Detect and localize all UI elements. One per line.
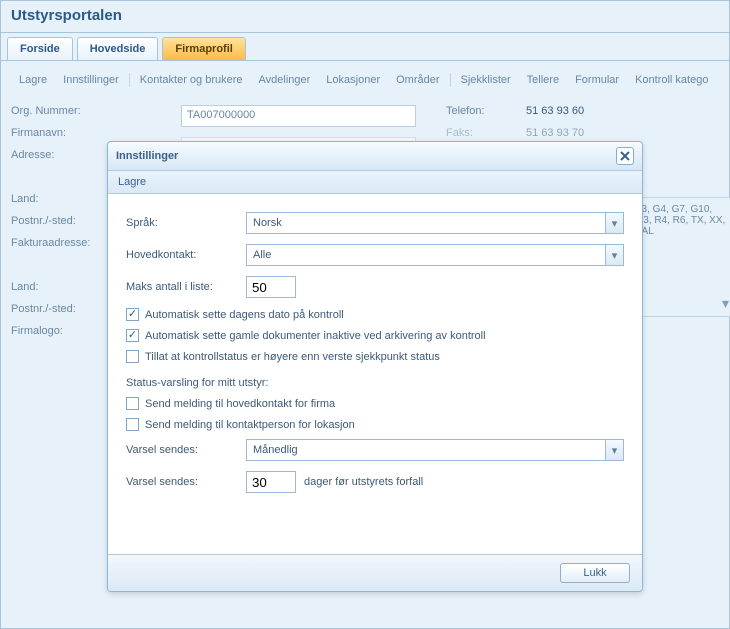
chk-send-hovedkontakt[interactable]: [126, 397, 139, 410]
varsel2-label: Varsel sendes:: [126, 476, 246, 488]
dialog-footer: Lukk: [108, 554, 642, 591]
contact-select[interactable]: Alle ▾: [246, 244, 624, 266]
chk-send-hovedkontakt-label: Send melding til hovedkontakt for firma: [145, 398, 335, 410]
lang-value: Norsk: [253, 217, 282, 229]
chk-allow-higher-status-label: Tillat at kontrollstatus er høyere enn v…: [145, 351, 440, 363]
chk-allow-higher-status[interactable]: [126, 350, 139, 363]
chk-auto-inactive[interactable]: [126, 329, 139, 342]
lang-select[interactable]: Norsk ▾: [246, 212, 624, 234]
varsel2-suffix: dager før utstyrets forfall: [304, 476, 423, 488]
status-section-label: Status-varsling for mitt utstyr:: [126, 377, 624, 389]
contact-label: Hovedkontakt:: [126, 249, 246, 261]
close-icon[interactable]: [616, 147, 634, 165]
max-input[interactable]: [246, 276, 296, 298]
dropdown-arrow-icon: ▾: [605, 440, 623, 460]
varsel-days-input[interactable]: [246, 471, 296, 493]
dropdown-arrow-icon: ▾: [605, 213, 623, 233]
dialog-titlebar[interactable]: Innstillinger: [108, 142, 642, 171]
app-window: Utstyrsportalen Forside Hovedside Firmap…: [0, 0, 730, 629]
chk-auto-date-label: Automatisk sette dagens dato på kontroll: [145, 309, 344, 321]
varsel-frequency-select[interactable]: Månedlig ▾: [246, 439, 624, 461]
dialog-title: Innstillinger: [116, 150, 178, 162]
dropdown-arrow-icon: ▾: [605, 245, 623, 265]
dialog-body: Språk: Norsk ▾ Hovedkontakt: Alle ▾ Maks…: [108, 194, 642, 554]
max-label: Maks antall i liste:: [126, 281, 246, 293]
chk-send-lokasjon-label: Send melding til kontaktperson for lokas…: [145, 419, 355, 431]
varsel1-value: Månedlig: [253, 444, 298, 456]
dialog-toolbar-lagre[interactable]: Lagre: [118, 176, 146, 188]
contact-value: Alle: [253, 249, 271, 261]
close-button[interactable]: Lukk: [560, 563, 630, 583]
chk-auto-inactive-label: Automatisk sette gamle dokumenter inakti…: [145, 330, 486, 342]
lang-label: Språk:: [126, 217, 246, 229]
dialog-toolbar: Lagre: [108, 171, 642, 194]
chk-auto-date[interactable]: [126, 308, 139, 321]
settings-dialog: Innstillinger Lagre Språk: Norsk ▾ Hoved…: [107, 141, 643, 592]
varsel1-label: Varsel sendes:: [126, 444, 246, 456]
chk-send-lokasjon[interactable]: [126, 418, 139, 431]
